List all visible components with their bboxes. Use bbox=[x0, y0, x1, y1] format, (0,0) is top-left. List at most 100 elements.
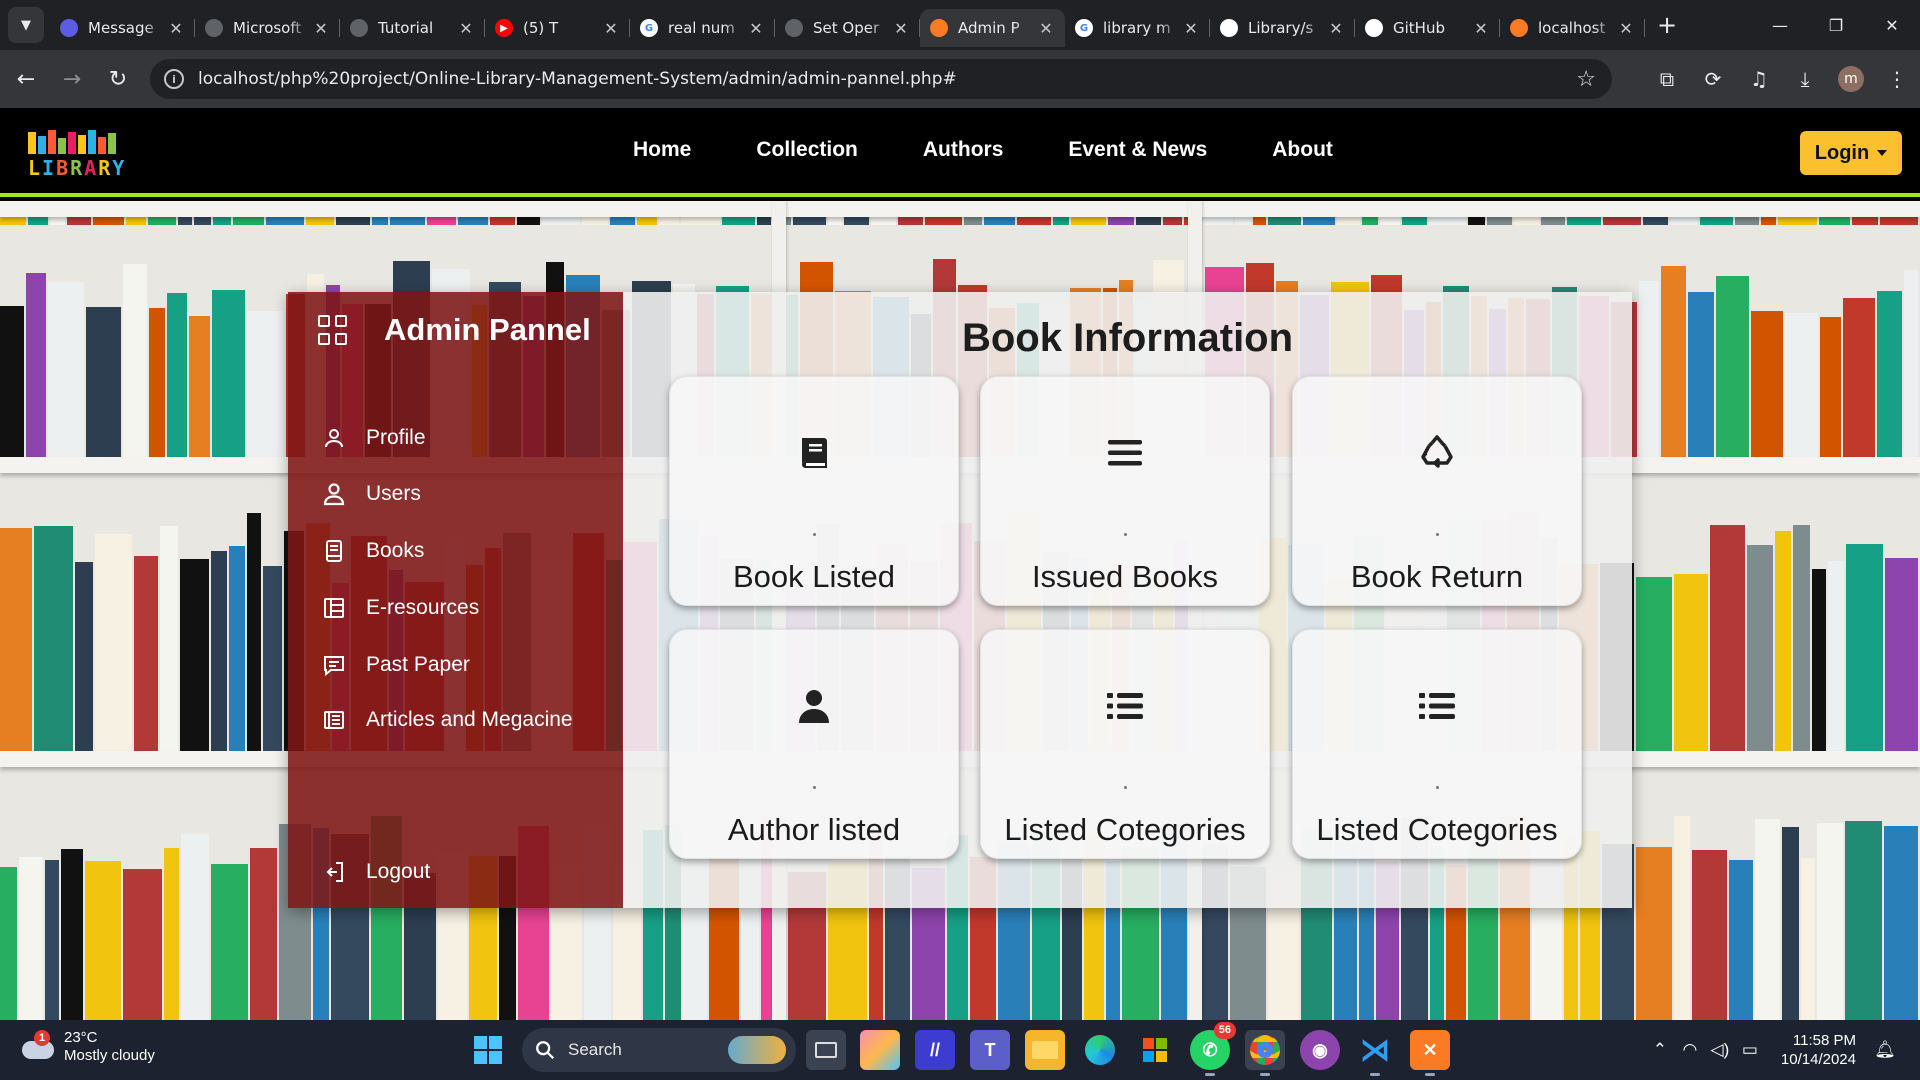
book-spine bbox=[18, 857, 43, 1020]
card-listed-categories-2[interactable]: Listed Cotegories bbox=[1292, 629, 1582, 859]
library-logo[interactable]: LIBRARY bbox=[28, 130, 138, 180]
downloads-icon[interactable]: ⤓ bbox=[1782, 67, 1828, 91]
nav-about[interactable]: About bbox=[1272, 138, 1333, 162]
new-tab-button[interactable]: + bbox=[1651, 9, 1683, 41]
book-spine bbox=[148, 308, 165, 457]
tab-close-icon[interactable]: ✕ bbox=[167, 19, 185, 38]
minimize-button[interactable]: — bbox=[1752, 0, 1808, 50]
browser-tab[interactable]: Message ✕ bbox=[50, 9, 195, 47]
logout-button[interactable]: Logout bbox=[322, 860, 430, 884]
nav-events-news[interactable]: Event & News bbox=[1068, 138, 1207, 162]
address-bar[interactable]: i localhost/php%20project/Online-Library… bbox=[150, 59, 1612, 99]
tab-close-icon[interactable]: ✕ bbox=[1327, 19, 1345, 38]
browser-tab[interactable]: Library/s ✕ bbox=[1210, 9, 1355, 47]
book-spine bbox=[246, 513, 261, 751]
menu-kebab-icon[interactable]: ⋮ bbox=[1874, 67, 1920, 91]
login-dropdown-button[interactable]: Login bbox=[1800, 131, 1902, 175]
browser-tab[interactable]: ▶ (5) T ✕ bbox=[485, 9, 630, 47]
browser-tab[interactable]: Admin P ✕ bbox=[920, 9, 1065, 47]
browser-tab[interactable]: GitHub ✕ bbox=[1355, 9, 1500, 47]
volume-icon[interactable]: ◁) bbox=[1705, 1040, 1735, 1060]
media-controls-icon[interactable]: ♫ bbox=[1736, 67, 1782, 91]
edge-icon[interactable] bbox=[1080, 1030, 1120, 1070]
tab-close-icon[interactable]: ✕ bbox=[892, 19, 910, 38]
close-window-button[interactable]: ✕ bbox=[1864, 0, 1920, 50]
file-explorer-icon[interactable] bbox=[1025, 1030, 1065, 1070]
browser-tab[interactable]: Glibrary m ✕ bbox=[1065, 9, 1210, 47]
store-icon[interactable] bbox=[1135, 1030, 1175, 1070]
vscode-icon[interactable]: ⋊ bbox=[1355, 1030, 1395, 1076]
book-spine bbox=[163, 848, 179, 1020]
clock[interactable]: 11:58 PM 10/14/2024 bbox=[1781, 1031, 1856, 1069]
sidebar-item-past-paper[interactable]: Past Paper bbox=[322, 653, 470, 677]
tab-close-icon[interactable]: ✕ bbox=[457, 19, 475, 38]
admin-panel-card: Admin Pannel Profile Users Books E-resou… bbox=[288, 292, 1632, 908]
card-book-listed[interactable]: Book Listed bbox=[669, 376, 959, 606]
search-icon bbox=[536, 1041, 555, 1060]
card-author-listed[interactable]: Author listed bbox=[669, 629, 959, 859]
card-label: Author listed bbox=[727, 812, 901, 847]
book-spine bbox=[210, 551, 227, 751]
whatsapp-icon[interactable]: ✆ 56 bbox=[1190, 1022, 1236, 1076]
sync-icon[interactable]: ⟳ bbox=[1690, 67, 1736, 91]
nav-collection[interactable]: Collection bbox=[756, 138, 858, 162]
taskbar-search[interactable]: Search bbox=[522, 1028, 796, 1072]
sidebar-item-profile[interactable]: Profile bbox=[322, 426, 426, 450]
wifi-icon[interactable]: ◠ bbox=[1675, 1040, 1705, 1060]
tab-favicon-icon bbox=[1365, 19, 1383, 37]
nav-home[interactable]: Home bbox=[633, 138, 691, 162]
ai-app-icon[interactable]: // bbox=[915, 1030, 955, 1070]
weather-widget[interactable]: 1 23°C Mostly cloudy bbox=[20, 1029, 155, 1065]
chevron-up-icon[interactable]: ⌃ bbox=[1645, 1040, 1675, 1060]
sidebar-item-books[interactable]: Books bbox=[322, 539, 424, 563]
browser-tab[interactable]: Tutorial ✕ bbox=[340, 9, 485, 47]
notification-bell-icon[interactable]: 🔔︎ bbox=[1870, 1040, 1900, 1060]
tab-close-icon[interactable]: ✕ bbox=[747, 19, 765, 38]
sidebar-item-users[interactable]: Users bbox=[322, 482, 421, 506]
whatsapp-badge: 56 bbox=[1213, 1022, 1236, 1039]
tab-search-button[interactable]: ▼ bbox=[8, 7, 44, 43]
card-label: Book Return bbox=[1350, 559, 1524, 594]
profile-avatar[interactable]: m bbox=[1838, 66, 1864, 92]
sidebar-item-articles[interactable]: Articles and Megacine bbox=[322, 708, 573, 732]
browser-tab[interactable]: Microsoft ✕ bbox=[195, 9, 340, 47]
tab-close-icon[interactable]: ✕ bbox=[312, 19, 330, 38]
extensions-icon[interactable]: ⧉ bbox=[1644, 67, 1690, 91]
sidebar-item-e-resources[interactable]: E-resources bbox=[322, 596, 479, 620]
search-highlight-image bbox=[728, 1036, 786, 1064]
tab-close-icon[interactable]: ✕ bbox=[1617, 19, 1635, 38]
tab-close-icon[interactable]: ✕ bbox=[602, 19, 620, 38]
windows-start-icon[interactable] bbox=[474, 1036, 502, 1064]
book-spine bbox=[1674, 574, 1709, 751]
url-text[interactable]: localhost/php%20project/Online-Library-M… bbox=[198, 69, 957, 89]
card-listed-categories[interactable]: Listed Cotegories bbox=[980, 629, 1270, 859]
browser-tab[interactable]: Greal num ✕ bbox=[630, 9, 775, 47]
card-book-return[interactable]: Book Return bbox=[1292, 376, 1582, 606]
tab-close-icon[interactable]: ✕ bbox=[1182, 19, 1200, 38]
sidebar-title: Admin Pannel bbox=[384, 312, 591, 347]
battery-icon[interactable]: ▭ bbox=[1735, 1040, 1765, 1060]
forward-button[interactable]: → bbox=[52, 59, 92, 99]
back-button[interactable]: ← bbox=[6, 59, 46, 99]
list-icon bbox=[1419, 693, 1455, 719]
xampp-icon[interactable]: ✕ bbox=[1410, 1030, 1450, 1076]
tab-close-icon[interactable]: ✕ bbox=[1037, 19, 1055, 38]
teams-icon[interactable]: T bbox=[970, 1030, 1010, 1070]
reload-button[interactable]: ↻ bbox=[98, 59, 138, 99]
book-spine bbox=[1755, 819, 1781, 1020]
grid-icon bbox=[318, 315, 348, 345]
copilot-icon[interactable] bbox=[860, 1030, 900, 1070]
bookmark-star-icon[interactable]: ☆ bbox=[1576, 67, 1596, 92]
nav-authors[interactable]: Authors bbox=[923, 138, 1004, 162]
chrome-icon[interactable] bbox=[1245, 1030, 1285, 1076]
tab-close-icon[interactable]: ✕ bbox=[1472, 19, 1490, 38]
browser-tab[interactable]: localhost ✕ bbox=[1500, 9, 1645, 47]
github-icon[interactable]: ◉ bbox=[1300, 1030, 1340, 1070]
card-issued-books[interactable]: Issued Books bbox=[980, 376, 1270, 606]
restore-button[interactable]: ❐ bbox=[1808, 0, 1864, 50]
task-view-icon[interactable] bbox=[806, 1030, 846, 1070]
tab-favicon-icon bbox=[205, 19, 223, 37]
browser-tab[interactable]: Set Oper ✕ bbox=[775, 9, 920, 47]
browser-tab-strip: ▼ Message ✕ Microsoft ✕ Tutorial ✕ ▶ (5) T ✕ Grea… bbox=[0, 0, 1920, 50]
site-info-icon[interactable]: i bbox=[164, 69, 184, 89]
